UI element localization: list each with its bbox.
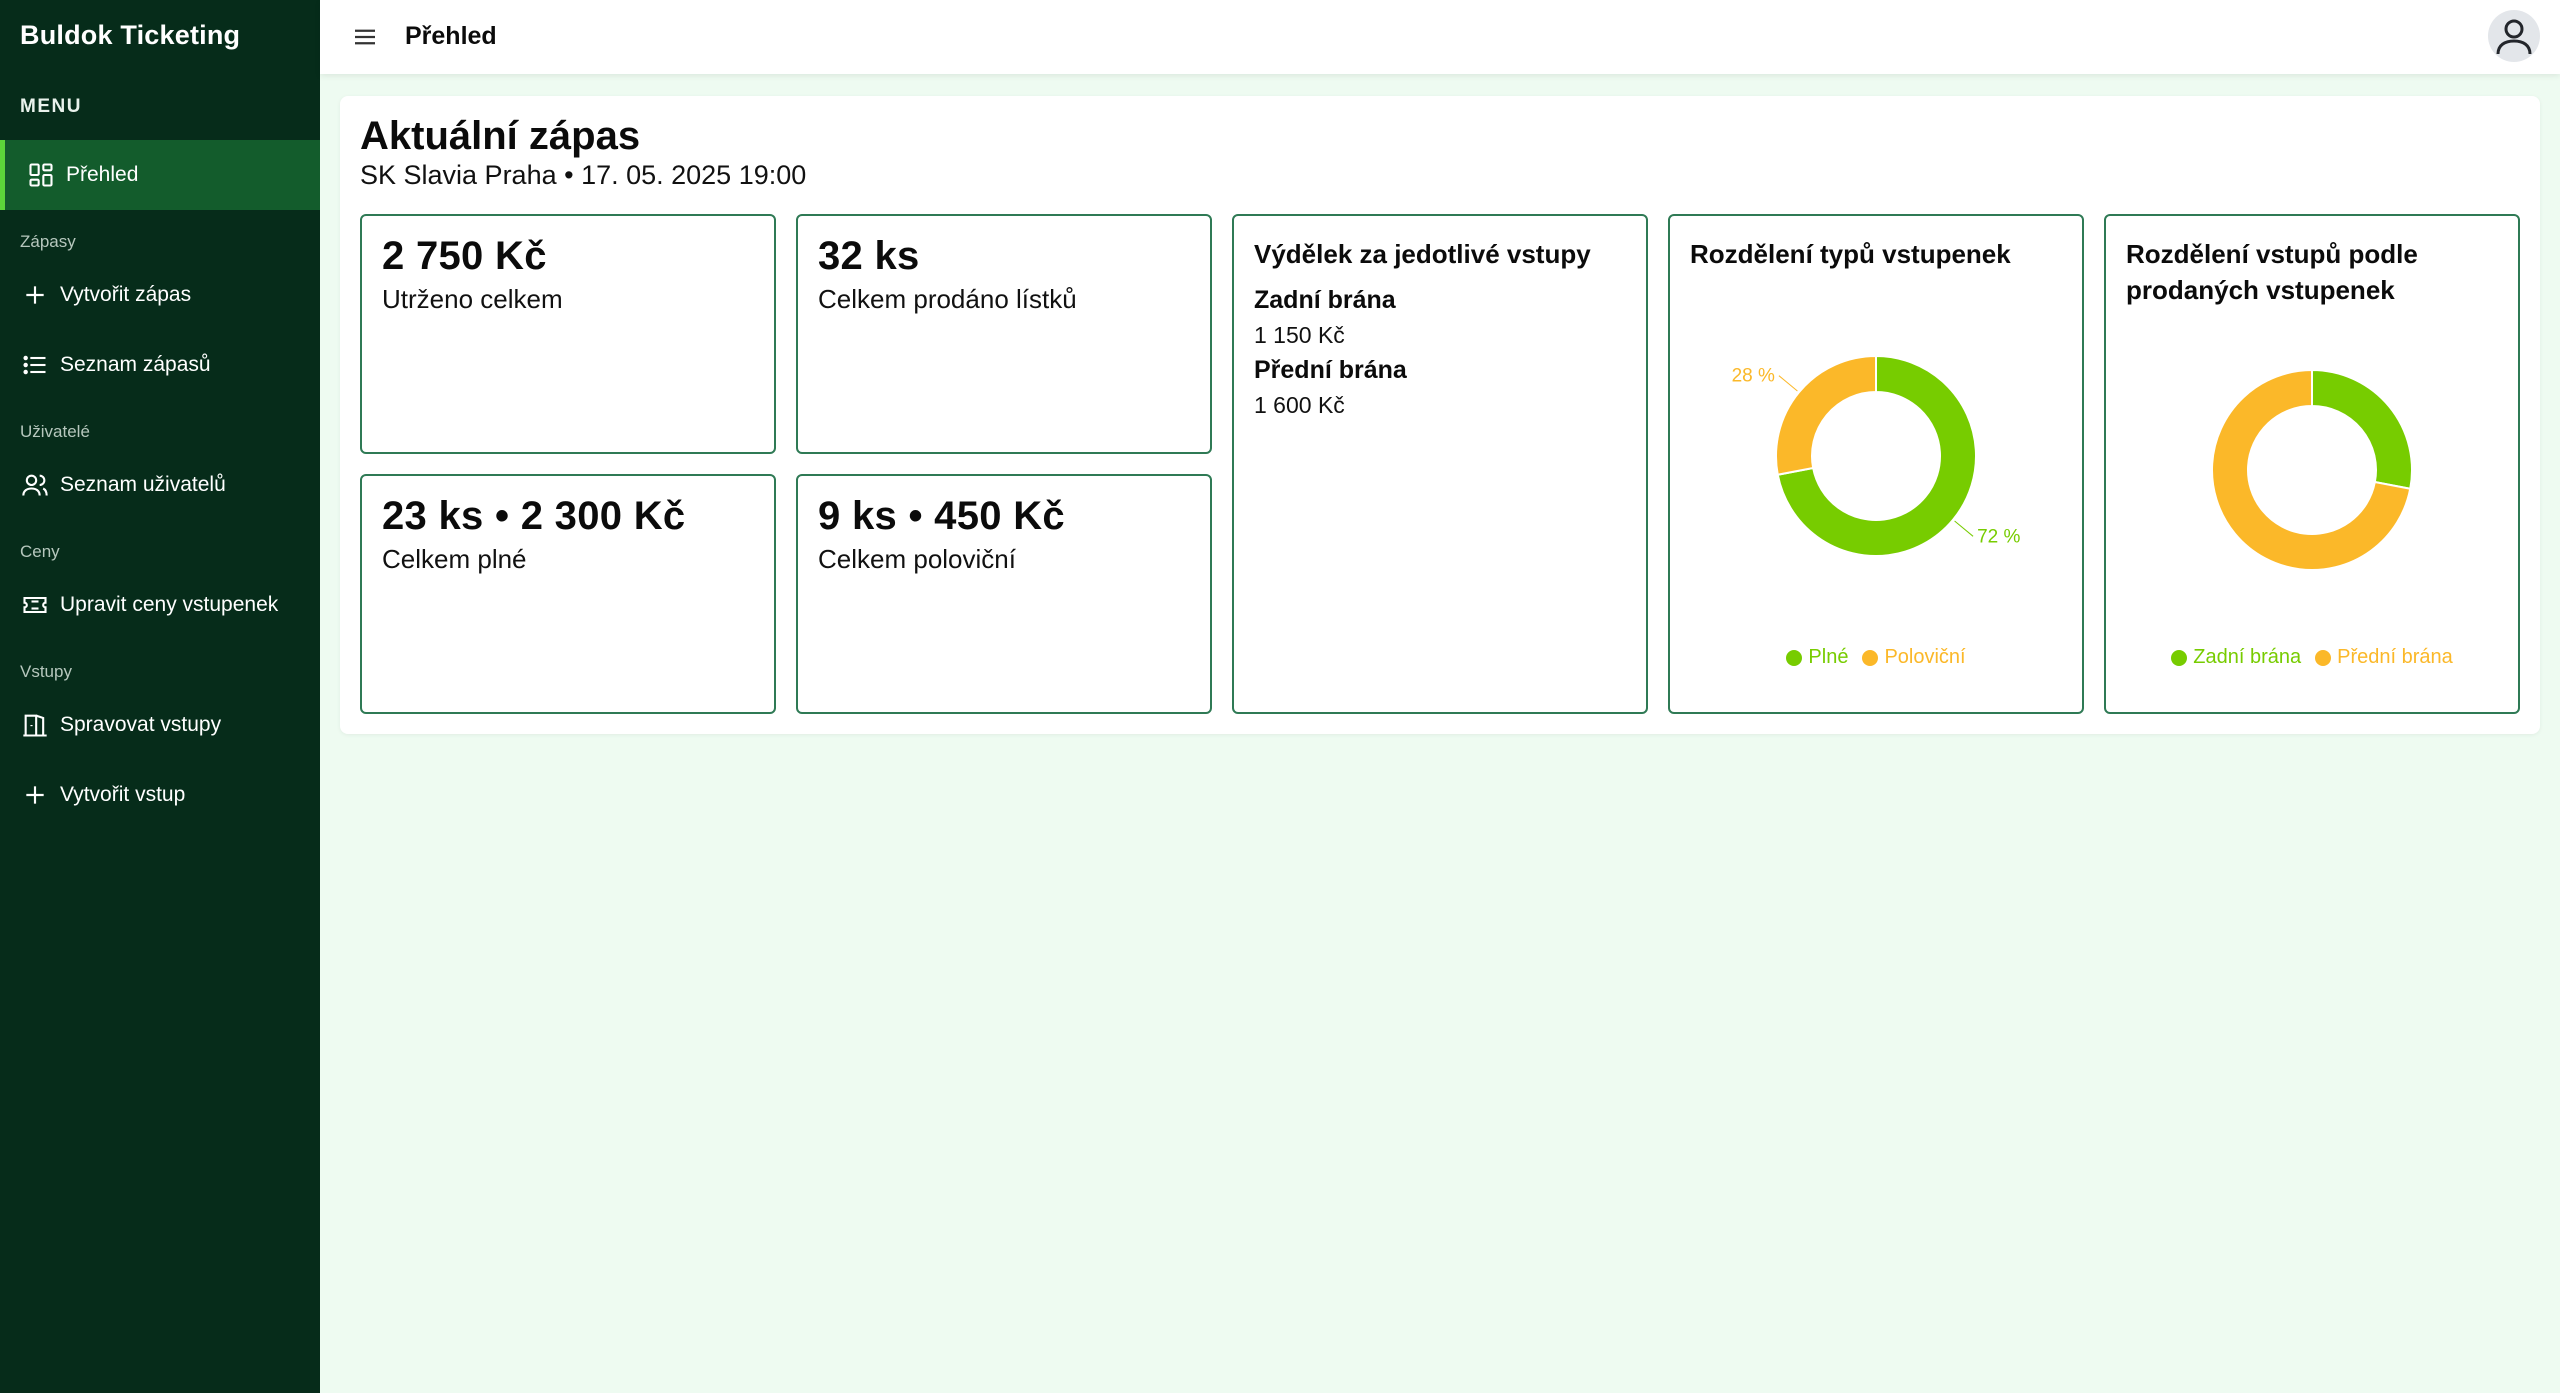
gate-value: 1 150 Kč [1254, 322, 1345, 348]
data-label: 28 % [1732, 366, 1775, 387]
sidebar-item-seznam-uzivatelu[interactable]: Seznam uživatelů [0, 455, 320, 515]
stat-value: 2 750 Kč [382, 234, 547, 278]
sidebar-item-label: Spravovat vstupy [60, 713, 222, 736]
gate-icon [20, 710, 50, 740]
legend-item[interactable]: Poloviční [1862, 646, 1966, 669]
section-label-zapasy: Zápasy [20, 232, 76, 251]
section-label-ceny: Ceny [20, 542, 60, 561]
earnings-title: Výdělek za jedotlivé vstupy [1254, 239, 1591, 269]
hamburger-icon[interactable] [350, 22, 380, 52]
overview-title: Aktuální zápas [360, 114, 641, 158]
chart-title: Rozdělení typů vstupenek [1690, 239, 2011, 269]
ticket-icon [20, 590, 50, 620]
legend-label: Poloviční [1884, 646, 1966, 668]
gate-name: Zadní brána [1254, 286, 1396, 314]
menu-heading: MENU [20, 96, 82, 117]
data-label-leader [1954, 520, 1974, 537]
legend-item[interactable]: Zadní brána [2171, 646, 2301, 669]
list-icon [20, 350, 50, 380]
sidebar-item-label: Přehled [66, 163, 139, 186]
stat-card-half-tickets: 9 ks • 450 Kč Celkem poloviční [796, 474, 1212, 714]
users-icon [20, 470, 50, 500]
data-label-leader [1778, 375, 1798, 392]
legend-dot [1786, 649, 1803, 666]
legend-label: Zadní brána [2193, 646, 2302, 668]
app-brand: Buldok Ticketing [20, 20, 241, 50]
legend-label: Plné [1808, 646, 1849, 668]
gate-distribution-chart-card: Rozdělení vstupů podle prodaných vstupen… [2104, 214, 2520, 714]
sidebar-item-label: Seznam zápasů [60, 353, 211, 376]
sidebar: Buldok Ticketing MENU Přehled Zápasy Vyt… [0, 0, 320, 1393]
legend-dot [1862, 649, 1879, 666]
sidebar-item-upravit-ceny[interactable]: Upravit ceny vstupenek [0, 575, 320, 635]
sidebar-item-label: Vytvořit vstup [60, 783, 186, 806]
legend-dot [2315, 649, 2332, 666]
sidebar-item-spravovat-vstupy[interactable]: Spravovat vstupy [0, 695, 320, 755]
app-root: Buldok Ticketing MENU Přehled Zápasy Vyt… [0, 0, 2560, 1393]
ticket-type-chart-card: Rozdělení typů vstupenek 72 % 28 % Plné P… [1668, 214, 2084, 714]
ticket-type-donut-chart: 72 % 28 % [1732, 354, 2020, 557]
plus-icon [20, 280, 50, 310]
stat-card-total-revenue: 2 750 Kč Utrženo celkem [360, 214, 776, 454]
stat-value: 23 ks • 2 300 Kč [382, 494, 686, 538]
stat-label: Celkem poloviční [818, 544, 1016, 574]
stat-label: Utrženo celkem [382, 284, 563, 314]
donut-slice-2[interactable] [1775, 354, 1877, 476]
data-label: 72 % [1977, 526, 2020, 547]
grid-icon [26, 160, 56, 190]
section-label-vstupy: Vstupy [20, 662, 72, 681]
gate-value: 1 600 Kč [1254, 392, 1345, 418]
overview-card: Aktuální zápas SK Slavia Praha • 17. 05.… [340, 96, 2540, 734]
stat-value: 9 ks • 450 Kč [818, 494, 1065, 538]
earnings-per-gate-card: Výdělek za jedotlivé vstupy Zadní brána … [1232, 214, 1648, 714]
stat-card-full-tickets: 23 ks • 2 300 Kč Celkem plné [360, 474, 776, 714]
section-label-uzivatele: Uživatelé [20, 422, 90, 441]
legend-label: Přední brána [2337, 646, 2453, 668]
match-subtitle: SK Slavia Praha • 17. 05. 2025 19:00 [360, 160, 807, 190]
sidebar-item-label: Upravit ceny vstupenek [60, 593, 279, 616]
sidebar-item-seznam-zapasu[interactable]: Seznam zápasů [0, 335, 320, 395]
stat-label: Celkem plné [382, 544, 527, 574]
stat-value: 32 ks [818, 234, 920, 278]
chart-legend: Plné Poloviční [1670, 646, 2082, 669]
sidebar-item-vytvorit-zapas[interactable]: Vytvořit zápas [0, 265, 320, 325]
legend-item[interactable]: Plné [1786, 646, 1848, 669]
legend-item[interactable]: Přední brána [2315, 646, 2453, 669]
stat-label: Celkem prodáno lístků [818, 284, 1077, 314]
topbar: Přehled [320, 0, 2560, 74]
sidebar-item-label: Seznam uživatelů [60, 473, 226, 496]
chart-legend: Zadní brána Přední brána [2106, 646, 2518, 669]
stat-card-tickets-sold: 32 ks Celkem prodáno lístků [796, 214, 1212, 454]
donut-slice-1[interactable] [2311, 368, 2413, 490]
legend-dot [2171, 649, 2188, 666]
page-title: Přehled [405, 22, 497, 50]
user-avatar-icon[interactable] [2488, 10, 2540, 62]
sidebar-item-label: Vytvořit zápas [60, 283, 192, 306]
chart-title: Rozdělení vstupů podle prodaných vstupen… [2126, 239, 2418, 305]
sidebar-item-prehled[interactable]: Přehled [0, 140, 320, 210]
sidebar-item-vytvorit-vstup[interactable]: Vytvořit vstup [0, 765, 320, 825]
gate-name: Přední brána [1254, 356, 1407, 384]
gate-distribution-donut-chart [2211, 368, 2413, 571]
plus-icon [20, 780, 50, 810]
